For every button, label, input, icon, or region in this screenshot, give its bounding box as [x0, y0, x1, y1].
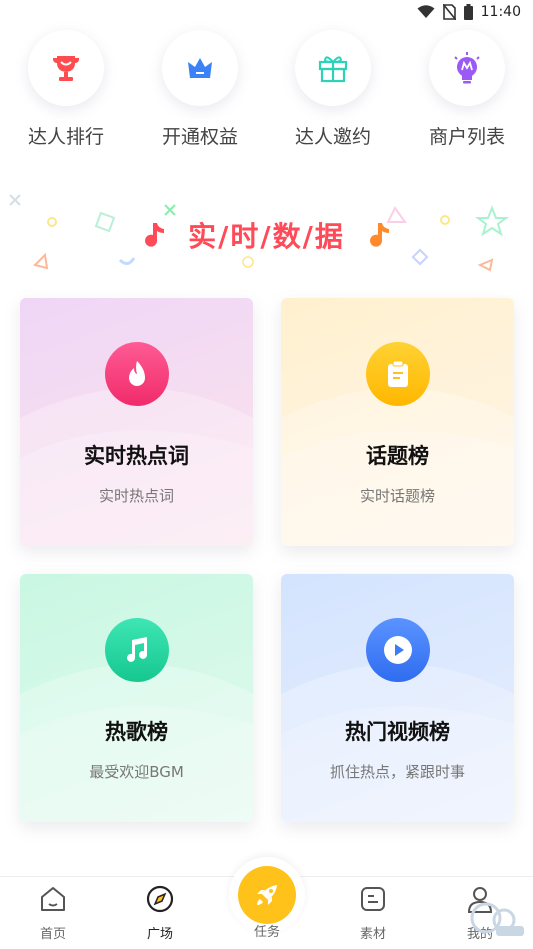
no-sim-icon [442, 4, 456, 20]
card-hot-videos[interactable]: 热门视频榜 抓住热点，紧跟时事 [281, 574, 514, 822]
battery-icon [463, 4, 473, 20]
quick-entries: 达人排行 开通权益 达人邀约 商户列表 [0, 30, 533, 160]
quick-entry-circle [28, 30, 104, 106]
music-note-icon [127, 637, 147, 662]
card-subtitle: 实时话题榜 [359, 487, 435, 505]
quick-entry-invite[interactable]: 达人邀约 [278, 30, 388, 149]
card-subtitle: 抓住热点，紧跟时事 [329, 763, 465, 781]
card-icon-circle [366, 618, 430, 682]
quick-entry-circle [162, 30, 238, 106]
status-bar: 11:40 [0, 0, 533, 26]
nav-item-square[interactable]: 广场 [120, 883, 200, 942]
gift-icon [318, 56, 348, 83]
quick-entry-label: 开通权益 [161, 126, 238, 148]
card-hot-words[interactable]: 实时热点词 实时热点词 [20, 298, 253, 546]
quick-entry-membership[interactable]: 开通权益 [145, 30, 255, 149]
card-wave-decoration [281, 664, 514, 822]
card-hot-songs[interactable]: 热歌榜 最受欢迎BGM [20, 574, 253, 822]
card-wave-decoration [20, 664, 253, 822]
card-topics[interactable]: 话题榜 实时话题榜 [281, 298, 514, 546]
lightbulb-icon [454, 52, 480, 84]
quick-entry-circle [295, 30, 371, 106]
quick-entry-circle [429, 30, 505, 106]
trophy-icon [53, 56, 79, 81]
rocket-icon [257, 885, 277, 905]
home-icon [37, 883, 69, 915]
card-wave-decoration [20, 388, 253, 546]
music-note-icon [369, 223, 389, 247]
card-icon-circle [366, 342, 430, 406]
quick-entry-label: 达人邀约 [294, 126, 371, 148]
banner-title-row: 实/时/数/据 [0, 215, 533, 255]
status-icons: 11:40 [417, 4, 521, 20]
status-time: 11:40 [480, 4, 521, 20]
card-icon-circle [105, 618, 169, 682]
banner-title: 实/时/数/据 [188, 220, 345, 253]
card-wave-decoration [281, 388, 514, 546]
task-button-circle [238, 866, 296, 924]
nav-label: 广场 [146, 927, 173, 942]
nav-label: 素材 [359, 927, 386, 942]
card-subtitle: 最受欢迎BGM [89, 763, 184, 781]
quick-entry-label: 达人排行 [27, 126, 104, 148]
play-icon [384, 636, 412, 664]
crown-icon [188, 58, 212, 78]
card-title: 热歌榜 [105, 720, 168, 744]
quick-entry-label: 商户列表 [428, 126, 505, 148]
watermark-logo [470, 902, 524, 936]
flame-icon [129, 361, 145, 386]
compass-icon [144, 883, 176, 915]
material-icon [357, 883, 389, 915]
nav-item-material[interactable]: 素材 [333, 883, 413, 942]
card-title: 话题榜 [366, 444, 429, 468]
clipboard-icon [388, 360, 408, 387]
card-title: 热门视频榜 [345, 720, 450, 744]
card-icon-circle [105, 342, 169, 406]
music-note-icon [145, 223, 165, 247]
quick-entry-rank[interactable]: 达人排行 [11, 30, 121, 149]
quick-entry-merchants[interactable]: 商户列表 [412, 30, 522, 149]
wifi-icon [417, 5, 435, 18]
card-title: 实时热点词 [84, 444, 189, 468]
nav-label-task: 任务 [253, 925, 280, 940]
nav-item-home[interactable]: 首页 [13, 883, 93, 942]
card-subtitle: 实时热点词 [98, 487, 174, 505]
nav-label: 首页 [39, 927, 66, 942]
